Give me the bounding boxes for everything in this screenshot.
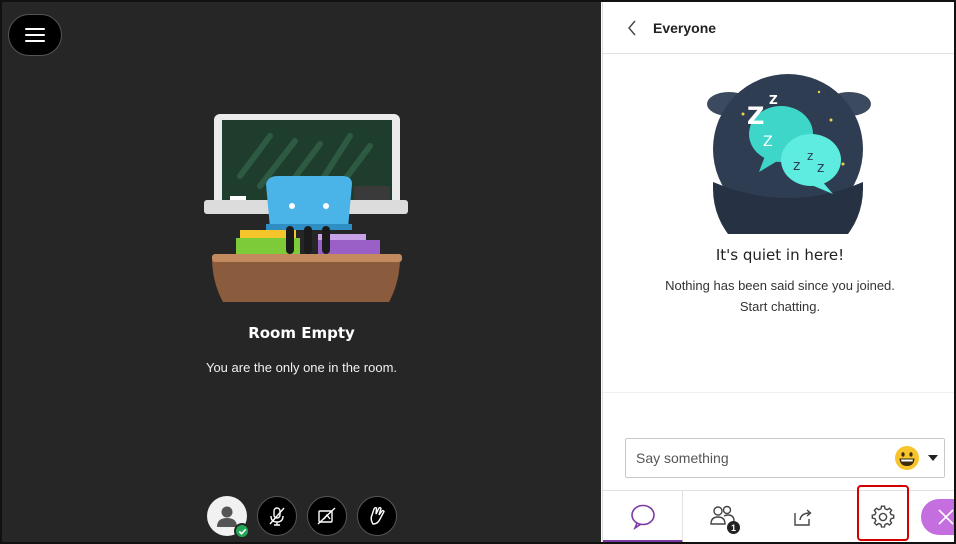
room-title: Room Empty (248, 324, 355, 342)
svg-text:Z: Z (747, 102, 764, 130)
connected-check-icon (234, 523, 250, 539)
emoji-button[interactable] (892, 443, 922, 473)
composer-divider (603, 392, 954, 393)
chat-title: Everyone (653, 19, 717, 36)
chat-header: Everyone (603, 2, 954, 54)
hand-icon (370, 506, 385, 525)
panel-tabbar: 1 (603, 485, 954, 542)
chat-panel: Everyone Z Z Z z z z It's quiet in here!… (602, 2, 954, 542)
my-avatar-button[interactable] (207, 496, 250, 539)
caret-down-icon (928, 455, 938, 461)
microphone-button[interactable] (257, 496, 297, 536)
tab-settings[interactable] (843, 485, 923, 542)
main-stage: Room Empty You are the only one in the r… (2, 2, 601, 542)
empty-state-line-1: Nothing has been said since you joined. (665, 278, 895, 293)
tab-share-content[interactable] (763, 491, 843, 542)
svg-text:z: z (807, 149, 813, 163)
attendee-count-badge: 1 (727, 521, 740, 534)
hamburger-icon (25, 28, 45, 42)
close-panel-button[interactable] (921, 499, 954, 535)
camera-off-icon (317, 507, 336, 525)
session-controls (207, 496, 397, 539)
app-frame: Room Empty You are the only one in the r… (0, 0, 956, 544)
sleeping-chat-illustration: Z Z Z z z z (707, 74, 871, 234)
message-input[interactable] (626, 439, 892, 477)
tab-chat[interactable] (603, 491, 683, 542)
gear-icon (871, 505, 895, 528)
message-composer (625, 438, 945, 478)
svg-text:Z: Z (769, 93, 778, 107)
raise-hand-button[interactable] (357, 496, 397, 536)
room-subtitle: You are the only one in the room. (205, 360, 398, 375)
grinning-emoji-icon (895, 446, 919, 470)
chat-bubble-icon (630, 504, 655, 530)
svg-text:z: z (817, 160, 824, 176)
emoji-menu-caret[interactable] (922, 443, 944, 473)
chevron-left-icon[interactable] (623, 19, 641, 37)
svg-text:Z: Z (763, 134, 773, 150)
empty-state-line-2: Start chatting. (739, 299, 821, 314)
svg-text:z: z (793, 158, 800, 174)
menu-button[interactable] (8, 14, 62, 56)
tab-attendees[interactable]: 1 (683, 491, 763, 542)
camera-button[interactable] (307, 496, 347, 536)
empty-classroom-illustration (204, 114, 408, 302)
share-icon (794, 509, 812, 526)
empty-state-title: It's quiet in here! (715, 246, 845, 264)
mic-off-icon (269, 507, 285, 526)
close-icon (938, 509, 954, 525)
